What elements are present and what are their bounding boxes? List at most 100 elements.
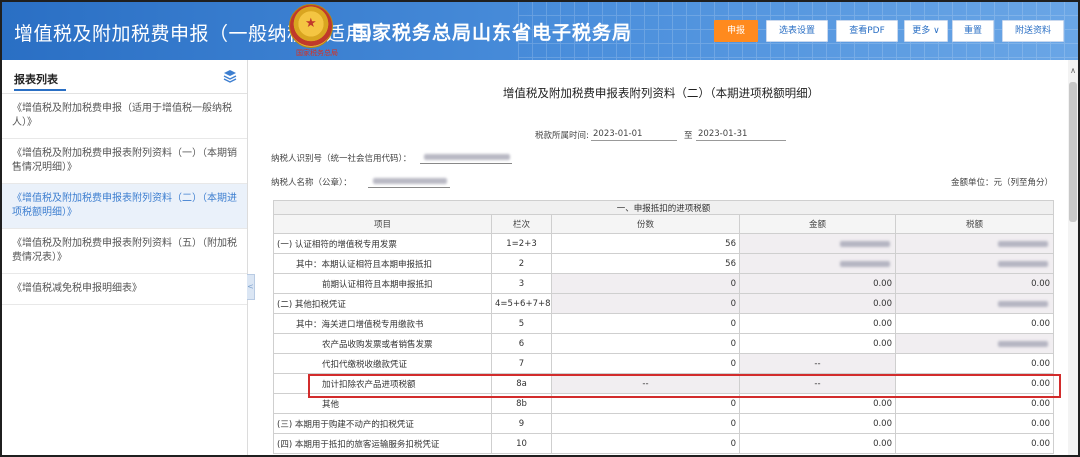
row-tax[interactable]: 0.00 [894, 273, 1055, 294]
section-title: 一、申报抵扣的进项税额 [272, 200, 1055, 215]
col-header-count: 份数 [551, 214, 740, 234]
scroll-up-icon[interactable]: ∧ [1068, 66, 1078, 76]
unit-label: 金额单位：元（列至角分） [951, 178, 1054, 188]
declare-button[interactable]: 申报 [714, 20, 758, 42]
more-button-label: 更多 [912, 26, 931, 36]
app-window: 增值税及附加税费申报（一般纳税人适用） ★ 国家税务总局 国家税务总局山东省电子… [0, 0, 1080, 457]
table-row: 代扣代缴税收缴款凭证 7 0 -- 0.00 [273, 353, 1055, 374]
bureau-title: 国家税务总局山东省电子税务局 [352, 22, 633, 44]
row-amount[interactable]: 0.00 [739, 273, 896, 294]
sidebar-item-schedule-1[interactable]: 《增值税及附加税费申报表附列资料（一）（本期销售情况明细）》 [2, 139, 247, 184]
table-row: 其他 8b 0 0.00 0.00 [273, 393, 1055, 414]
emblem-caption: 国家税务总局 [296, 49, 338, 57]
section-header-row: 一、申报抵扣的进项税额 [272, 200, 1055, 215]
period-to: 至 [684, 131, 693, 141]
row-count[interactable]: 0 [551, 353, 740, 374]
row-count[interactable]: 0 [551, 413, 740, 434]
row-item: 前期认证相符且本期申报抵扣 [273, 273, 492, 294]
row-item: 代扣代缴税收缴款凭证 [273, 353, 492, 374]
table-row: 其中：本期认证相符且本期申报抵扣 2 56 [273, 253, 1055, 274]
row-tax-redacted [894, 253, 1055, 274]
attach-materials-button[interactable]: 附送资料 [1002, 20, 1064, 42]
period-end: 2023-01-31 [698, 129, 748, 139]
sidebar-item-schedule-5[interactable]: 《增值税及附加税费申报表附列资料（五）（附加税费情况表）》 [2, 229, 247, 274]
row-line: 4=5+6+7+8 [491, 293, 552, 314]
row-amount: 0.00 [739, 293, 896, 314]
row-item: 其他 [273, 393, 492, 414]
row-tax[interactable]: 0.00 [894, 353, 1055, 374]
row-tax[interactable]: 0.00 [894, 313, 1055, 334]
row-count[interactable]: 0 [551, 393, 740, 414]
row-tax-redacted [894, 233, 1055, 254]
row-item: 其中：海关进口增值税专用缴款书 [273, 313, 492, 334]
period-label: 税款所属时间: [535, 131, 589, 141]
row-amount-redacted [739, 233, 896, 254]
row-count[interactable]: 0 [551, 313, 740, 334]
row-count[interactable]: 0 [551, 273, 740, 294]
period-start-underline [591, 140, 677, 141]
row-amount[interactable]: 0.00 [739, 433, 896, 454]
row-item: 其中：本期认证相符且本期申报抵扣 [273, 253, 492, 274]
taxpayer-id-value-redacted [424, 154, 510, 160]
row-tax-redacted [894, 333, 1055, 354]
taxpayer-name-label: 纳税人名称（公章）： [271, 178, 352, 188]
row-count[interactable]: 0 [551, 333, 740, 354]
row-line: 6 [491, 333, 552, 354]
report-area: 增值税及附加税费申报表附列资料（二）（本期进项税额明细） 税款所属时间: 202… [256, 60, 1066, 455]
row-count[interactable]: 56 [551, 233, 740, 254]
table-row: 其中：海关进口增值税专用缴款书 5 0 0.00 0.00 [273, 313, 1055, 334]
row-item: 加计扣除农产品进项税额 [273, 373, 492, 394]
row-amount-redacted [739, 253, 896, 274]
sidebar-title: 报表列表 [14, 73, 58, 86]
row-tax-redacted [894, 293, 1055, 314]
taxpayer-name-value-redacted [373, 178, 447, 184]
sidebar-item-main-return[interactable]: 《增值税及附加税费申报（适用于增值税一般纳税人）》 [2, 94, 247, 139]
view-pdf-button[interactable]: 查看PDF [836, 20, 898, 42]
sidebar-item-schedule-2[interactable]: 《增值税及附加税费申报表附列资料（二）（本期进项税额明细）》 [2, 184, 247, 229]
row-line: 9 [491, 413, 552, 434]
select-form-button[interactable]: 选表设置 [766, 20, 828, 42]
input-tax-table: 一、申报抵扣的进项税额 项目 栏次 份数 金额 税额 (一) 认证相符的增值税专… [272, 200, 1055, 454]
table-row: 前期认证相符且本期申报抵扣 3 0 0.00 0.00 [273, 273, 1055, 294]
row-item: (四) 本期用于抵扣的旅客运输服务扣税凭证 [273, 433, 492, 454]
taxpayer-name-underline [368, 187, 450, 188]
col-header-tax: 税额 [894, 214, 1055, 234]
reset-button[interactable]: 重置 [952, 20, 994, 42]
row-line: 3 [491, 273, 552, 294]
row-line: 7 [491, 353, 552, 374]
row-tax[interactable]: 0.00 [894, 433, 1055, 454]
row-amount[interactable]: 0.00 [739, 333, 896, 354]
row-item: (二) 其他扣税凭证 [273, 293, 492, 314]
table-row: 农产品收购发票或者销售发票 6 0 0.00 [273, 333, 1055, 354]
row-item: (三) 本期用于购建不动产的扣税凭证 [273, 413, 492, 434]
col-header-line: 栏次 [491, 214, 552, 234]
row-amount: -- [739, 373, 896, 394]
row-line: 2 [491, 253, 552, 274]
row-count: 0 [551, 293, 740, 314]
col-header-amount: 金额 [739, 214, 896, 234]
row-line: 8b [491, 393, 552, 414]
table-row: (一) 认证相符的增值税专用发票 1=2+3 56 [273, 233, 1055, 254]
row-item: (一) 认证相符的增值税专用发票 [273, 233, 492, 254]
sidebar-title-underline [14, 89, 66, 91]
layers-icon[interactable] [223, 69, 237, 83]
row-amount[interactable]: 0.00 [739, 393, 896, 414]
row-amount[interactable]: 0.00 [739, 313, 896, 334]
more-button[interactable]: 更多 ∨ [904, 20, 948, 42]
row-count[interactable]: 0 [551, 433, 740, 454]
sidebar-item-exemption[interactable]: 《增值税减免税申报明细表》 [2, 274, 247, 305]
form-list-sidebar: 报表列表 《增值税及附加税费申报（适用于增值税一般纳税人）》 《增值税及附加税费… [2, 60, 248, 455]
row-tax[interactable]: 0.00 [894, 413, 1055, 434]
row-tax[interactable]: 0.00 [894, 373, 1055, 394]
row-amount[interactable]: 0.00 [739, 413, 896, 434]
col-header-item: 项目 [273, 214, 492, 234]
scrollbar-thumb[interactable] [1069, 82, 1077, 222]
row-count: -- [551, 373, 740, 394]
header-bar: 增值税及附加税费申报（一般纳税人适用） ★ 国家税务总局 国家税务总局山东省电子… [2, 2, 1078, 60]
row-amount: -- [739, 353, 896, 374]
row-count[interactable]: 56 [551, 253, 740, 274]
chevron-down-icon: ∨ [933, 26, 940, 36]
row-tax[interactable]: 0.00 [894, 393, 1055, 414]
sidebar-collapse-handle[interactable]: < [247, 274, 255, 300]
table-row: (二) 其他扣税凭证 4=5+6+7+8 0 0.00 [273, 293, 1055, 314]
